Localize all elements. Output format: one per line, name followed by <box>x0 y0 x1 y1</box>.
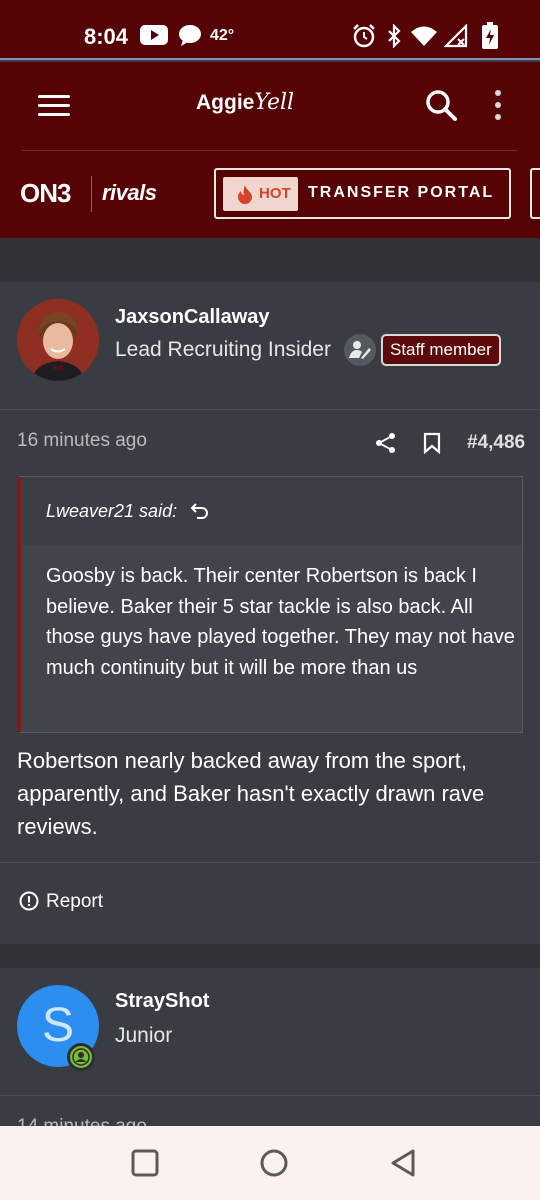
post-meta-partial: 14 minutes ago <box>0 1096 540 1126</box>
jump-to-quote-icon[interactable] <box>190 501 210 521</box>
staff-member-badge: Staff member <box>381 334 501 366</box>
post-actions: Report <box>0 862 540 944</box>
post-timestamp: 14 minutes ago <box>17 1116 147 1126</box>
alarm-icon <box>353 24 375 48</box>
post-author-block: S StrayShot Junior <box>0 968 540 1095</box>
quote-header: Lweaver21 said: <box>21 477 522 545</box>
post-body: 16 minutes ago #4,486 Lweaver21 said: Go… <box>0 410 540 944</box>
quote-block: Lweaver21 said: Goosby is back. Their ce… <box>17 476 523 733</box>
avatar[interactable] <box>17 299 99 381</box>
post-username[interactable]: JaxsonCallaway <box>115 306 270 329</box>
hot-label: HOT <box>259 185 291 202</box>
post-message: Robertson nearly backed away from the sp… <box>17 748 485 839</box>
flame-icon <box>238 185 252 204</box>
hot-badge: HOT <box>223 177 298 211</box>
wifi-icon <box>411 26 437 46</box>
more-options-icon[interactable] <box>492 90 504 124</box>
avatar-photo <box>17 299 99 381</box>
site-header: AggieYell ON3 rivals HOT TRANSFER PORTAL <box>0 62 540 238</box>
transfer-portal-label: TRANSFER PORTAL <box>308 184 495 201</box>
site-logo[interactable]: AggieYell <box>196 90 294 115</box>
report-label: Report <box>46 891 104 912</box>
status-temperature: 42° <box>210 27 235 44</box>
status-time: 8:04 <box>84 24 129 49</box>
signal-icon <box>444 24 468 48</box>
on3-logo[interactable]: ON3 <box>20 178 71 209</box>
recent-apps-icon[interactable] <box>130 1148 160 1178</box>
search-icon[interactable] <box>424 88 458 122</box>
brand-divider <box>91 176 92 212</box>
battery-charging-icon <box>482 22 498 49</box>
logo-script: Yell <box>254 90 295 115</box>
online-status-icon <box>67 1043 95 1071</box>
quote-author: Lweaver21 said: <box>46 501 178 521</box>
system-nav-bar <box>0 1126 540 1200</box>
post-timestamp[interactable]: 16 minutes ago <box>17 430 147 452</box>
user-title: Junior <box>115 1024 173 1047</box>
post-number[interactable]: #4,486 <box>467 432 525 454</box>
rivals-logo[interactable]: rivals <box>102 180 157 206</box>
post-username[interactable]: StrayShot <box>115 990 209 1013</box>
chat-bubble-icon <box>179 25 201 46</box>
staff-icon <box>344 334 376 366</box>
section-separator <box>0 944 540 968</box>
alert-circle-icon <box>19 891 39 911</box>
bookmark-icon[interactable] <box>423 432 441 454</box>
transfer-portal-button[interactable]: HOT TRANSFER PORTAL <box>214 168 511 219</box>
section-separator <box>0 238 540 282</box>
post-author-block: JaxsonCallaway Lead Recruiting Insider S… <box>0 282 540 409</box>
share-icon[interactable] <box>375 432 397 454</box>
quote-text: Goosby is back. Their center Robertson i… <box>46 565 515 679</box>
menu-icon[interactable] <box>38 95 70 117</box>
user-title: Lead Recruiting Insider <box>115 338 331 361</box>
home-icon[interactable] <box>259 1148 289 1178</box>
logo-main: Aggie <box>196 91 255 114</box>
header-divider <box>22 150 518 151</box>
back-icon[interactable] <box>388 1148 418 1178</box>
report-button[interactable]: Report <box>19 891 103 916</box>
bluetooth-icon <box>388 24 401 48</box>
youtube-icon <box>140 25 168 45</box>
status-bar: 8:04 42° <box>0 0 540 60</box>
next-nav-button[interactable] <box>530 168 540 219</box>
